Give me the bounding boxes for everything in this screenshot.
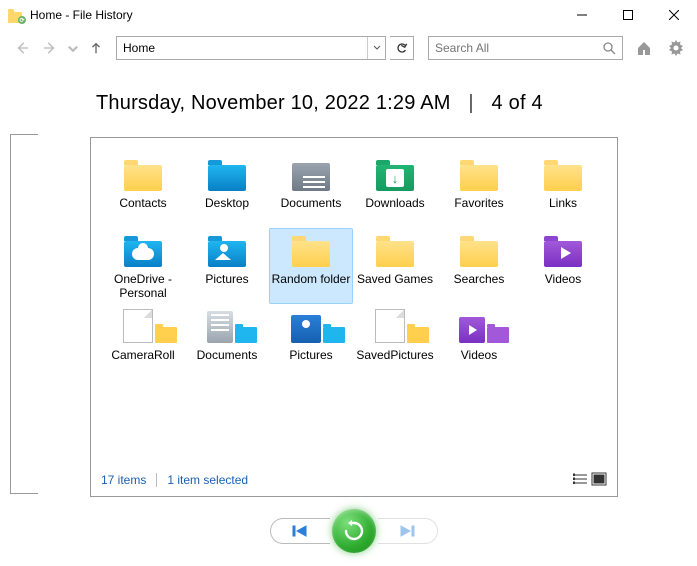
file-item-label: Pictures (205, 273, 248, 287)
version-header: Thursday, November 10, 2022 1:29 AM | 4 … (96, 92, 657, 115)
file-item[interactable]: Pictures (185, 228, 269, 304)
forward-button[interactable] (38, 36, 62, 60)
address-dropdown[interactable] (367, 37, 385, 59)
version-separator: | (468, 92, 473, 114)
file-item-label: Saved Games (357, 273, 433, 287)
lib-pictures-icon (289, 309, 333, 345)
version-position: 4 of 4 (492, 92, 543, 114)
file-item-label: Links (549, 197, 577, 211)
file-item-label: CameraRoll (111, 349, 174, 363)
minimize-button[interactable] (559, 0, 605, 30)
item-count: 17 items (101, 473, 146, 487)
playback-controls (50, 509, 657, 553)
lib-cameraroll-icon (121, 309, 165, 345)
folder-purple-vid-icon (541, 233, 585, 269)
next-version-button[interactable] (378, 518, 438, 544)
file-item[interactable]: Random folder (269, 228, 353, 304)
home-icon[interactable] (633, 37, 655, 59)
file-item[interactable]: CameraRoll (101, 304, 185, 380)
title-bar: ⟳ Home - File History (0, 0, 697, 30)
search-icon (602, 41, 616, 55)
file-item-label: Videos (461, 349, 497, 363)
folder-yellow-icon (373, 233, 417, 269)
maximize-button[interactable] (605, 0, 651, 30)
file-item[interactable]: Documents (185, 304, 269, 380)
file-item[interactable]: Documents (269, 152, 353, 228)
file-item-label: Downloads (365, 197, 424, 211)
folder-yellow-icon (541, 157, 585, 193)
folder-blue-cloud-icon (121, 233, 165, 269)
folder-blue-pic-icon (205, 233, 249, 269)
file-item-label: Documents (281, 197, 342, 211)
folder-yellow-icon (457, 233, 501, 269)
refresh-button[interactable] (390, 36, 414, 60)
view-details-button[interactable] (573, 472, 589, 489)
file-item-label: Contacts (119, 197, 166, 211)
file-item[interactable]: SavedPictures (353, 304, 437, 380)
file-item[interactable]: OneDrive - Personal (101, 228, 185, 304)
up-button[interactable] (84, 36, 108, 60)
file-item-label: Random folder (272, 273, 351, 287)
address-text: Home (117, 41, 367, 55)
folder-green-dl-icon: ↓ (373, 157, 417, 193)
file-item-label: Favorites (454, 197, 503, 211)
file-item[interactable]: Searches (437, 228, 521, 304)
file-item[interactable]: Saved Games (353, 228, 437, 304)
app-icon: ⟳ (8, 7, 24, 23)
navigation-toolbar: Home (0, 30, 697, 66)
status-bar: 17 items 1 item selected (101, 470, 607, 490)
restore-button[interactable] (332, 509, 376, 553)
settings-icon[interactable] (665, 37, 687, 59)
file-item-label: Pictures (289, 349, 332, 363)
folder-yellow-icon (121, 157, 165, 193)
window-title: Home - File History (30, 8, 133, 22)
search-input[interactable] (435, 41, 602, 55)
view-icons-button[interactable] (591, 472, 607, 489)
file-item-label: Documents (197, 349, 258, 363)
lib-documents-icon (205, 309, 249, 345)
previous-version-button[interactable] (270, 518, 330, 544)
file-item[interactable]: Videos (521, 228, 605, 304)
content-area: Thursday, November 10, 2022 1:29 AM | 4 … (0, 66, 697, 553)
back-button[interactable] (10, 36, 34, 60)
lib-videos-icon (457, 309, 501, 345)
file-item-label: Searches (454, 273, 505, 287)
file-panel: Contacts Desktop Documents ↓ Downloads Favori… (90, 137, 618, 497)
search-box[interactable] (428, 36, 623, 60)
selection-count: 1 item selected (167, 473, 248, 487)
address-bar[interactable]: Home (116, 36, 386, 60)
file-item[interactable]: ↓ Downloads (353, 152, 437, 228)
close-button[interactable] (651, 0, 697, 30)
file-item-label: Videos (545, 273, 581, 287)
version-timestamp: Thursday, November 10, 2022 1:29 AM (96, 92, 451, 114)
items-grid[interactable]: Contacts Desktop Documents ↓ Downloads Favori… (101, 152, 607, 462)
folder-yellow-icon (457, 157, 501, 193)
recent-locations-button[interactable] (66, 36, 80, 60)
folder-grey-doc-icon (289, 157, 333, 193)
file-item[interactable]: Links (521, 152, 605, 228)
folder-blue-icon (205, 157, 249, 193)
file-item-label: SavedPictures (356, 349, 433, 363)
file-item[interactable]: Pictures (269, 304, 353, 380)
file-item[interactable]: Contacts (101, 152, 185, 228)
lib-savedpics-icon (373, 309, 417, 345)
file-item-label: Desktop (205, 197, 249, 211)
file-item[interactable]: Desktop (185, 152, 269, 228)
file-item[interactable]: Videos (437, 304, 521, 380)
file-item-label: OneDrive - Personal (103, 273, 183, 301)
folder-yellow-icon (289, 233, 333, 269)
prev-version-sliver[interactable] (10, 134, 38, 494)
file-item[interactable]: Favorites (437, 152, 521, 228)
